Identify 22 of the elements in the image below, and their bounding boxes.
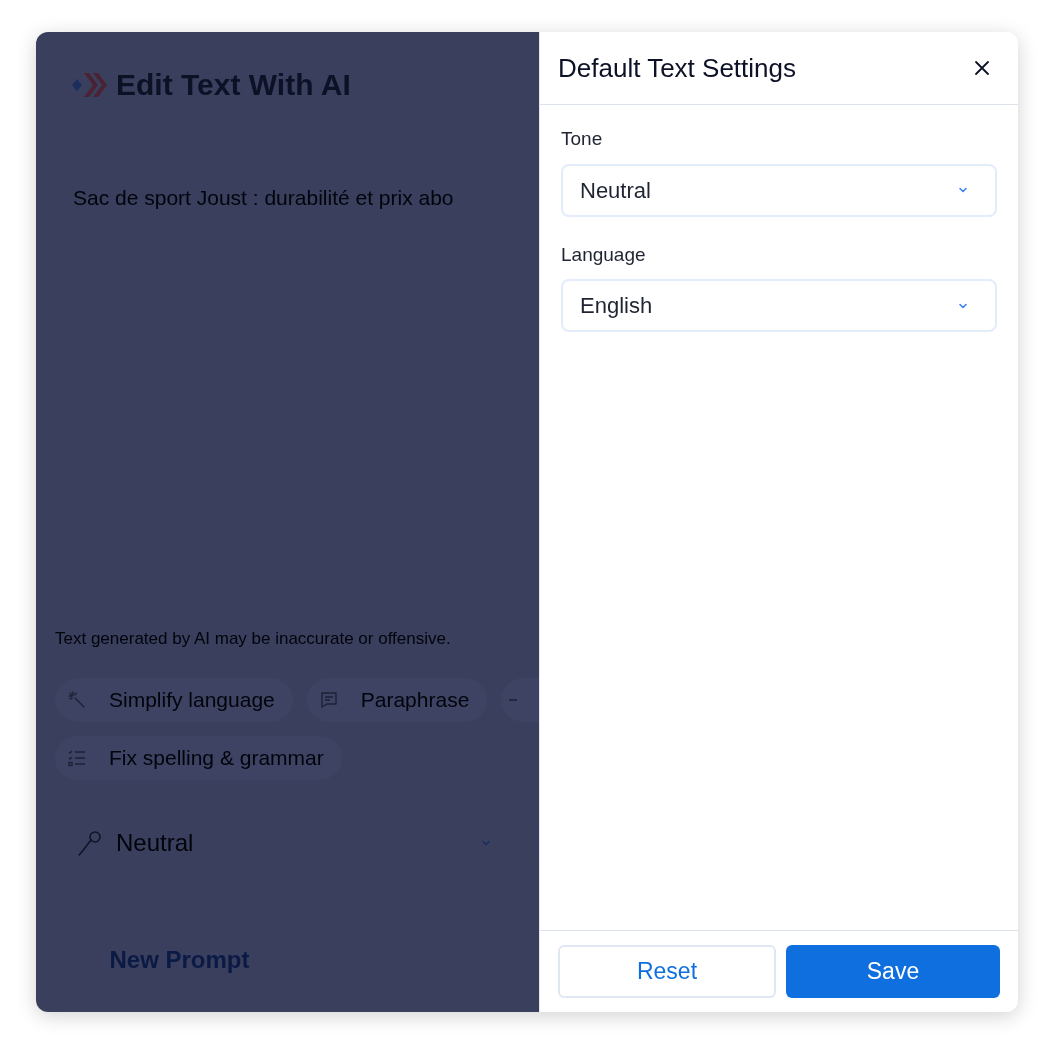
select-field[interactable]: English — [561, 279, 997, 332]
action-chip[interactable]: Fix spelling & grammar — [55, 735, 342, 780]
tone-value: Neutral — [116, 827, 195, 858]
reset-button[interactable]: Reset — [558, 945, 776, 998]
ai-disclaimer: Text generated by AI may be inaccurate or offensive. — [55, 628, 452, 650]
action-chip[interactable]: Simplify language — [55, 677, 293, 722]
editor-title: Edit Text With AI — [116, 67, 351, 103]
select-value: Neutral — [580, 176, 651, 205]
magic-wand-icon — [67, 689, 87, 710]
select-field[interactable]: Neutral — [561, 163, 997, 217]
action-chip[interactable]: Paraphrase — [306, 677, 488, 722]
close-button[interactable] — [972, 58, 992, 78]
field-label: Tone — [561, 127, 604, 151]
tone-select[interactable]: Neutral — [55, 815, 517, 870]
select-value: English — [580, 292, 653, 320]
close-icon — [974, 60, 990, 76]
field-label: Language — [561, 242, 647, 267]
save-button[interactable]: Save — [786, 945, 1000, 998]
message-icon — [318, 689, 339, 710]
microphone-icon — [76, 828, 104, 857]
settings-title: Default Text Settings — [558, 51, 796, 85]
dash-icon — [509, 698, 518, 701]
